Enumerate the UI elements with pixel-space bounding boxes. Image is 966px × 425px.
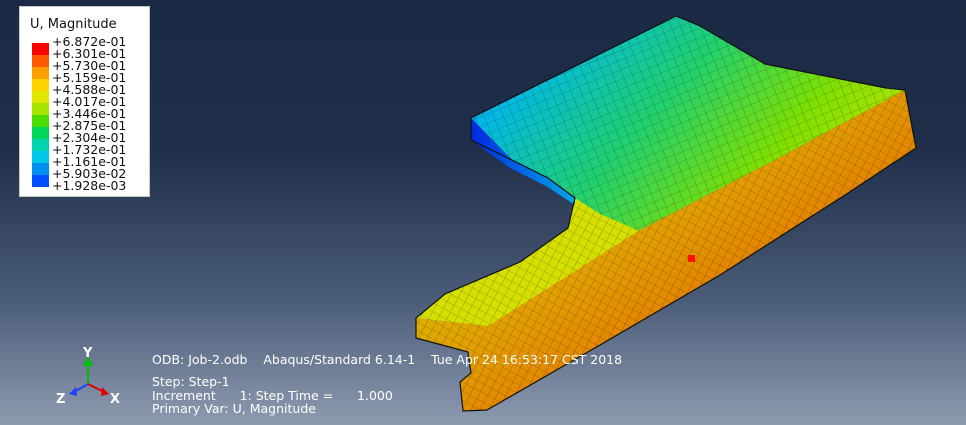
primary-var-info: Primary Var: U, Magnitude — [152, 401, 316, 416]
z-axis-label: Z — [56, 392, 66, 407]
x-axis-label: X — [110, 392, 121, 407]
view-triad: Y X Z — [52, 342, 132, 412]
odb-info: ODB: Job-2.odb Abaqus/Standard 6.14-1 Tu… — [152, 352, 623, 367]
max-value-marker — [688, 255, 695, 262]
y-axis-label: Y — [83, 346, 93, 361]
step-info: Step: Step-1 — [152, 374, 230, 389]
